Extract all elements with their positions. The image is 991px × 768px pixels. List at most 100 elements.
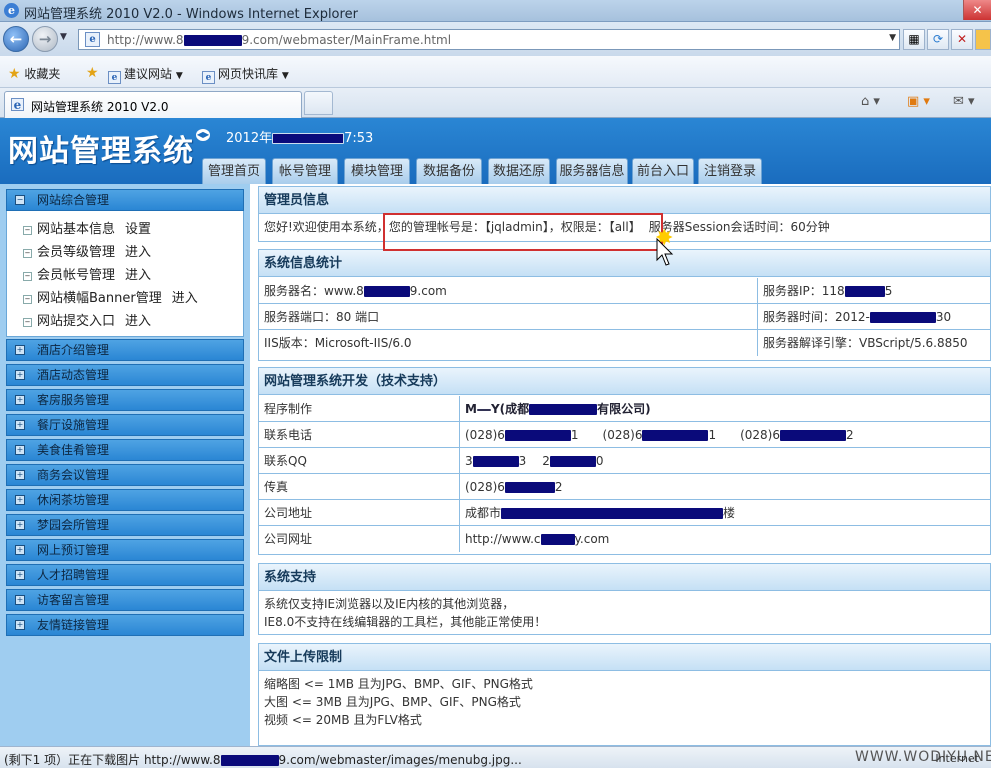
nav-home[interactable]: 管理首页 (202, 158, 266, 184)
sidebar-group-booking[interactable]: + 网上预订管理 (6, 539, 244, 561)
search-box-icon[interactable] (975, 29, 991, 50)
sidebar-group-guestbook[interactable]: + 访客留言管理 (6, 589, 244, 611)
section-heading: 管理员信息 (259, 187, 990, 214)
status-bar: (剩下1 项）正在下载图片 http://www.8 9.com/webmaste… (0, 746, 991, 768)
section-heading: 文件上传限制 (259, 644, 990, 671)
new-tab-button[interactable] (304, 91, 333, 115)
site-logo: 网站管理系统 (8, 134, 194, 169)
sidebar-item-member-accounts-link[interactable]: 进入 (125, 268, 151, 283)
add-favorites-icon[interactable]: ★ (86, 65, 99, 81)
nav-restore[interactable]: 数据还原 (488, 158, 550, 184)
section-system-support: 系统支持 系统仅支持IE浏览器以及IE内核的其他浏览器， IE8.0不支持在线编… (258, 563, 991, 635)
site-header: 网站管理系统 ◀▶ 2012年 7:53 管理首页 帐号管理 模块管理 数据备份 … (0, 118, 991, 184)
sidebar-item-member-accounts: − 会员帐号管理 进入 (23, 268, 152, 283)
section-developer: 网站管理系统开发（技术支持） 程序制作 M Y(成都 有限公司) 联系电话 (028… (258, 367, 991, 555)
redacted-block (272, 133, 345, 144)
command-bar: ⌂ ▾ ▣ ▾ ✉ ▾ (861, 88, 991, 118)
tab-bar: e 网站管理系统 2010 V2.0 ⌂ ▾ ▣ ▾ ✉ ▾ (0, 88, 991, 118)
sidebar-group-general[interactable]: − 网站综合管理 (6, 189, 244, 211)
security-zone: Internet (935, 752, 979, 765)
sidebar-item-member-levels-link[interactable]: 进入 (125, 245, 151, 260)
stats-row: 服务器端口：80 端口 服务器时间：2012- 30 (259, 304, 990, 330)
nav-backup[interactable]: 数据备份 (416, 158, 482, 184)
address-dropdown-icon[interactable]: ▼ (889, 33, 896, 43)
company-website-link[interactable]: http://www.c y.com (459, 526, 990, 552)
window-title-bar: e 网站管理系统 2010 V2.0 - Windows Internet Ex… (0, 0, 991, 22)
stats-row: 服务器名：www.8 9.com 服务器IP：118 5 (259, 278, 990, 304)
sidebar-group-hotel-news[interactable]: + 酒店动态管理 (6, 364, 244, 386)
sidebar-group-business[interactable]: + 商务会议管理 (6, 464, 244, 486)
dev-row: 公司地址 成都市楼 (259, 500, 990, 526)
window-title: 网站管理系统 2010 V2.0 - Windows Internet Expl… (24, 7, 358, 22)
sidebar-group-cuisine[interactable]: + 美食佳肴管理 (6, 439, 244, 461)
sidebar-group-links[interactable]: + 友情链接管理 (6, 614, 244, 636)
nav-modules[interactable]: 模块管理 (344, 158, 410, 184)
sidebar-item-banner: − 网站横幅Banner管理 进入 (23, 291, 198, 306)
feeds-icon[interactable]: ▣ ▾ (907, 94, 930, 109)
upload-text: 缩略图 <= 1MB 且为JPG、BMP、GIF、PNG格式 大图 <= 3MB… (264, 677, 533, 727)
nav-accounts[interactable]: 帐号管理 (272, 158, 338, 184)
ie-logo-icon: e (4, 3, 19, 18)
address-url[interactable]: http://www.8 9.com/webmaster/MainFrame.ht… (107, 33, 451, 47)
sidebar-item-submit-entry-link[interactable]: 进入 (125, 314, 151, 329)
page-icon: e (85, 32, 100, 47)
address-toolbar: ← → ▼ e http://www.8 9.com/webmaster/Main… (0, 22, 991, 56)
sidebar-group-club[interactable]: + 梦园会所管理 (6, 514, 244, 536)
dev-row: 联系电话 (028)6 1 (028)6 1 (028)6 2 (259, 422, 990, 448)
suggested-sites-link[interactable]: e 建议网站 ▼ (108, 65, 183, 84)
server-port: 服务器端口：80 端口 (264, 310, 380, 324)
server-time: 服务器时间：2012- 30 (757, 304, 990, 330)
forward-button[interactable]: → (32, 26, 58, 52)
recent-pages-dropdown-icon[interactable]: ▼ (60, 32, 67, 42)
section-heading: 网站管理系统开发（技术支持） (259, 368, 990, 395)
dev-row: 公司网址 http://www.c y.com (259, 526, 990, 552)
mail-icon[interactable]: ✉ ▾ (953, 94, 975, 109)
sidebar-item-submit-entry: − 网站提交入口 进入 (23, 314, 152, 329)
sidebar-item-basic-info-link[interactable]: 设置 (125, 222, 151, 237)
tab-active[interactable]: e 网站管理系统 2010 V2.0 (4, 91, 302, 118)
home-icon[interactable]: ⌂ ▾ (861, 94, 880, 109)
nav-frontend[interactable]: 前台入口 (632, 158, 694, 184)
sidebar-group-hotel-intro[interactable]: + 酒店介绍管理 (6, 339, 244, 361)
compat-view-icon[interactable]: ▦ (903, 29, 925, 50)
nav-server-info[interactable]: 服务器信息 (556, 158, 628, 184)
sidebar-toggle-icon[interactable]: ◀▶ (196, 129, 210, 141)
sidebar-item-banner-link[interactable]: 进入 (172, 291, 198, 306)
window-close-icon[interactable]: ✕ (963, 0, 991, 20)
server-ip: 服务器IP：118 5 (757, 278, 990, 304)
header-datetime: 2012年 7:53 (226, 131, 374, 146)
dev-row: 程序制作 M Y(成都 有限公司) (259, 396, 990, 422)
web-slice-gallery-link[interactable]: e 网页快讯库 ▼ (202, 65, 289, 84)
favorites-star-icon: ★ (8, 66, 21, 82)
stop-icon[interactable]: ✕ (951, 29, 973, 50)
iis-version: IIS版本：Microsoft-IIS/6.0 (264, 336, 412, 350)
favorites-button[interactable]: ★ 收藏夹 (8, 65, 60, 82)
script-engine: 服务器解译引擎：VBScript/5.6.8850 (757, 330, 990, 356)
sidebar-group-rooms[interactable]: + 客房服务管理 (6, 389, 244, 411)
sidebar-group-recruit[interactable]: + 人才招聘管理 (6, 564, 244, 586)
dev-row: 联系QQ 3320 (259, 448, 990, 474)
sidebar-item-basic-info: − 网站基本信息 设置 (23, 222, 152, 237)
sidebar: − 网站综合管理 − 网站基本信息 设置 − 会员等级管理 进入 − 会员帐号管理 进入 − 网… (0, 184, 250, 746)
redacted-block (183, 35, 242, 46)
mouse-cursor-icon (656, 238, 674, 266)
sidebar-submenu: − 网站基本信息 设置 − 会员等级管理 进入 − 会员帐号管理 进入 − 网站横幅Banne… (6, 211, 244, 337)
back-button[interactable]: ← (3, 26, 29, 52)
tab-page-icon: e (11, 98, 24, 111)
sidebar-item-member-levels: − 会员等级管理 进入 (23, 245, 152, 260)
section-heading: 系统信息统计 (259, 250, 990, 277)
stats-row: IIS版本：Microsoft-IIS/6.0 服务器解译引擎：VBScript… (259, 330, 990, 356)
section-system-stats: 系统信息统计 服务器名：www.8 9.com 服务器IP：118 5 服务器端口：… (258, 249, 991, 361)
address-bar[interactable]: e http://www.8 9.com/webmaster/MainFrame.… (78, 29, 900, 50)
highlight-annotation-box (383, 213, 663, 251)
sidebar-group-restaurant[interactable]: + 餐厅设施管理 (6, 414, 244, 436)
server-name: 服务器名：www.8 9.com (264, 284, 447, 298)
status-text: (剩下1 项）正在下载图片 http://www.8 9.com/webmaste… (4, 753, 522, 767)
refresh-icon[interactable]: ⟳ (927, 29, 949, 50)
main-content: 管理员信息 您好!欢迎使用本系统，您的管理帐号是：【jqladmin】，权限是：… (258, 186, 991, 746)
sidebar-group-teahouse[interactable]: + 休闲茶坊管理 (6, 489, 244, 511)
nav-logout[interactable]: 注销登录 (698, 158, 762, 184)
favorites-bar: ★ 收藏夹 ★ e 建议网站 ▼ e 网页快讯库 ▼ (0, 56, 991, 88)
support-text: 系统仅支持IE浏览器以及IE内核的其他浏览器， IE8.0不支持在线编辑器的工具… (264, 597, 547, 629)
section-upload-limits: 文件上传限制 缩略图 <= 1MB 且为JPG、BMP、GIF、PNG格式 大图… (258, 643, 991, 746)
